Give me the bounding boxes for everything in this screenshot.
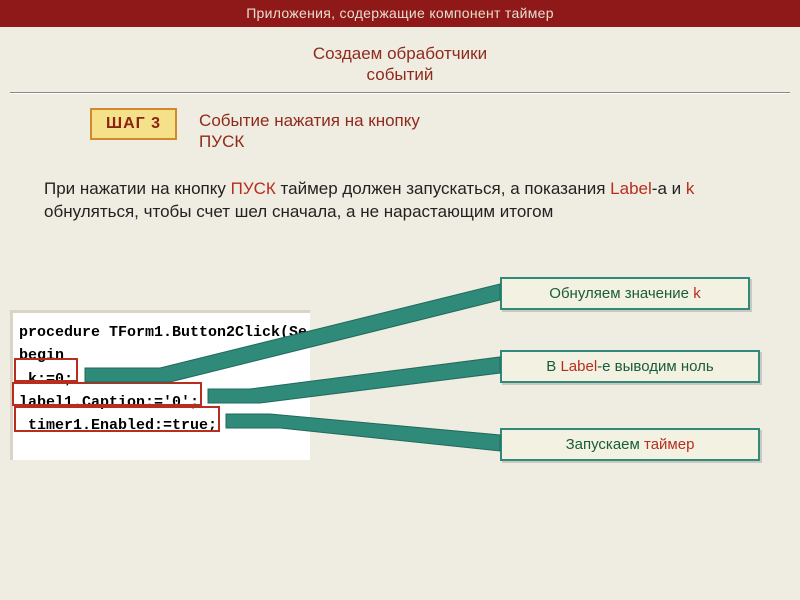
- step-badge: ШАГ 3: [90, 108, 177, 140]
- callout-text: Запускаем: [566, 436, 644, 453]
- subtitle-line2: событий: [367, 65, 434, 84]
- subtitle-line1: Создаем обработчики: [313, 44, 487, 63]
- step-text-line1: Событие нажатия на кнопку: [199, 111, 420, 130]
- highlight-box-label: [12, 382, 202, 406]
- subtitle: Создаем обработчики событий: [0, 43, 800, 86]
- desc-keyword-k: k: [686, 179, 695, 198]
- code-line: procedure TForm1.Button2Click(Se: [19, 324, 307, 341]
- callout-label-zero: В Label-е выводим ноль: [500, 350, 760, 383]
- divider-line: [10, 92, 790, 94]
- desc-keyword-label: Label: [610, 179, 652, 198]
- desc-part: -а и: [652, 179, 686, 198]
- description-paragraph: При нажатии на кнопку ПУСК таймер должен…: [44, 178, 764, 224]
- callout-text: В: [546, 358, 560, 375]
- desc-part: обнуляться, чтобы счет шел сначала, а не…: [44, 202, 553, 221]
- page-banner: Приложения, содержащие компонент таймер: [0, 0, 800, 27]
- callout-text: Обнуляем значение: [549, 285, 693, 302]
- desc-part: При нажатии на кнопку: [44, 179, 231, 198]
- callout-reset-k: Обнуляем значение k: [500, 277, 750, 310]
- desc-part: таймер должен запускаться, а показания: [276, 179, 610, 198]
- callout-start-timer: Запускаем таймер: [500, 428, 760, 461]
- callout-keyword-timer: таймер: [644, 436, 694, 453]
- desc-keyword-pusk: ПУСК: [231, 179, 276, 198]
- divider: [10, 92, 790, 94]
- step-text-line2: ПУСК: [199, 132, 244, 151]
- highlight-box-timer: [14, 406, 220, 432]
- callout-keyword-k: k: [693, 285, 701, 302]
- callout-keyword-label: Label: [560, 358, 597, 375]
- highlight-box-k: [14, 358, 78, 382]
- step-row: ШАГ 3 Событие нажатия на кнопку ПУСК: [90, 108, 800, 153]
- callout-text: -е выводим ноль: [597, 358, 714, 375]
- step-text: Событие нажатия на кнопку ПУСК: [199, 108, 420, 153]
